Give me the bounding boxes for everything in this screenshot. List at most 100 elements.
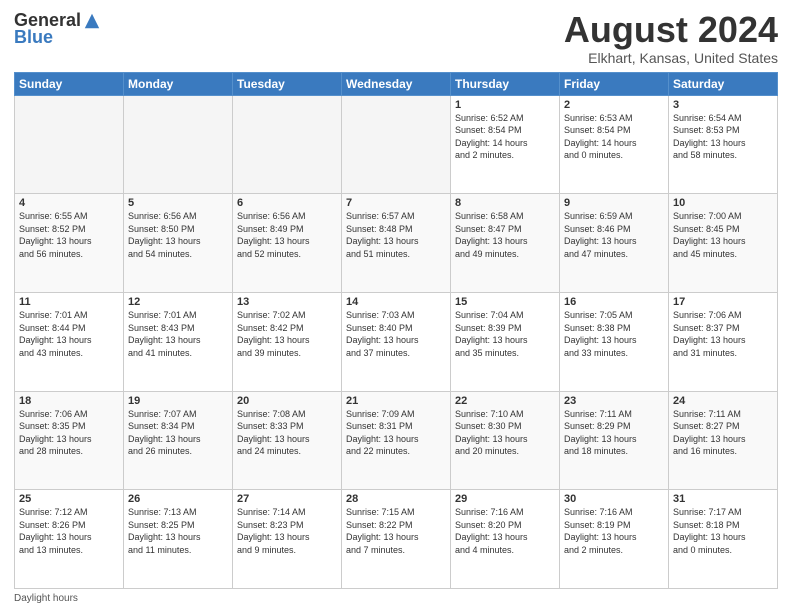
day-cell: 30Sunrise: 7:16 AM Sunset: 8:19 PM Dayli… — [560, 490, 669, 589]
day-info: Sunrise: 7:10 AM Sunset: 8:30 PM Dayligh… — [455, 408, 555, 458]
col-wednesday: Wednesday — [342, 72, 451, 95]
day-number: 3 — [673, 99, 773, 111]
day-number: 27 — [237, 493, 337, 505]
day-cell: 17Sunrise: 7:06 AM Sunset: 8:37 PM Dayli… — [669, 292, 778, 391]
day-cell: 25Sunrise: 7:12 AM Sunset: 8:26 PM Dayli… — [15, 490, 124, 589]
logo: General Blue — [14, 10, 101, 48]
calendar-table: Sunday Monday Tuesday Wednesday Thursday… — [14, 72, 778, 589]
footer-text: Daylight hours — [14, 593, 78, 604]
day-number: 20 — [237, 395, 337, 407]
day-number: 22 — [455, 395, 555, 407]
day-number: 10 — [673, 197, 773, 209]
day-number: 30 — [564, 493, 664, 505]
day-cell: 2Sunrise: 6:53 AM Sunset: 8:54 PM Daylig… — [560, 95, 669, 194]
day-info: Sunrise: 7:06 AM Sunset: 8:35 PM Dayligh… — [19, 408, 119, 458]
day-number: 24 — [673, 395, 773, 407]
week-row-5: 25Sunrise: 7:12 AM Sunset: 8:26 PM Dayli… — [15, 490, 778, 589]
page: General Blue August 2024 Elkhart, Kansas… — [0, 0, 792, 612]
col-thursday: Thursday — [451, 72, 560, 95]
day-number: 11 — [19, 296, 119, 308]
col-friday: Friday — [560, 72, 669, 95]
day-cell: 18Sunrise: 7:06 AM Sunset: 8:35 PM Dayli… — [15, 391, 124, 490]
day-info: Sunrise: 7:07 AM Sunset: 8:34 PM Dayligh… — [128, 408, 228, 458]
day-info: Sunrise: 7:12 AM Sunset: 8:26 PM Dayligh… — [19, 506, 119, 556]
day-info: Sunrise: 7:06 AM Sunset: 8:37 PM Dayligh… — [673, 309, 773, 359]
logo-blue-text: Blue — [14, 27, 53, 47]
day-cell: 13Sunrise: 7:02 AM Sunset: 8:42 PM Dayli… — [233, 292, 342, 391]
day-info: Sunrise: 6:56 AM Sunset: 8:50 PM Dayligh… — [128, 210, 228, 260]
day-info: Sunrise: 7:05 AM Sunset: 8:38 PM Dayligh… — [564, 309, 664, 359]
day-info: Sunrise: 6:53 AM Sunset: 8:54 PM Dayligh… — [564, 112, 664, 162]
day-info: Sunrise: 7:16 AM Sunset: 8:19 PM Dayligh… — [564, 506, 664, 556]
col-tuesday: Tuesday — [233, 72, 342, 95]
subtitle: Elkhart, Kansas, United States — [564, 50, 778, 66]
day-cell: 15Sunrise: 7:04 AM Sunset: 8:39 PM Dayli… — [451, 292, 560, 391]
day-cell — [233, 95, 342, 194]
day-number: 17 — [673, 296, 773, 308]
day-info: Sunrise: 6:58 AM Sunset: 8:47 PM Dayligh… — [455, 210, 555, 260]
main-title: August 2024 — [564, 10, 778, 50]
day-number: 12 — [128, 296, 228, 308]
day-cell: 19Sunrise: 7:07 AM Sunset: 8:34 PM Dayli… — [124, 391, 233, 490]
day-number: 14 — [346, 296, 446, 308]
day-info: Sunrise: 7:14 AM Sunset: 8:23 PM Dayligh… — [237, 506, 337, 556]
day-cell: 29Sunrise: 7:16 AM Sunset: 8:20 PM Dayli… — [451, 490, 560, 589]
day-cell: 24Sunrise: 7:11 AM Sunset: 8:27 PM Dayli… — [669, 391, 778, 490]
day-info: Sunrise: 6:55 AM Sunset: 8:52 PM Dayligh… — [19, 210, 119, 260]
day-cell — [342, 95, 451, 194]
col-saturday: Saturday — [669, 72, 778, 95]
calendar-header-row: Sunday Monday Tuesday Wednesday Thursday… — [15, 72, 778, 95]
week-row-4: 18Sunrise: 7:06 AM Sunset: 8:35 PM Dayli… — [15, 391, 778, 490]
day-cell: 7Sunrise: 6:57 AM Sunset: 8:48 PM Daylig… — [342, 194, 451, 293]
day-info: Sunrise: 7:15 AM Sunset: 8:22 PM Dayligh… — [346, 506, 446, 556]
day-number: 25 — [19, 493, 119, 505]
day-number: 8 — [455, 197, 555, 209]
day-number: 29 — [455, 493, 555, 505]
logo-icon — [83, 12, 101, 30]
day-info: Sunrise: 6:52 AM Sunset: 8:54 PM Dayligh… — [455, 112, 555, 162]
day-info: Sunrise: 7:09 AM Sunset: 8:31 PM Dayligh… — [346, 408, 446, 458]
title-block: August 2024 Elkhart, Kansas, United Stat… — [564, 10, 778, 66]
day-info: Sunrise: 7:17 AM Sunset: 8:18 PM Dayligh… — [673, 506, 773, 556]
footer: Daylight hours — [14, 593, 778, 604]
day-info: Sunrise: 6:54 AM Sunset: 8:53 PM Dayligh… — [673, 112, 773, 162]
day-cell: 23Sunrise: 7:11 AM Sunset: 8:29 PM Dayli… — [560, 391, 669, 490]
col-monday: Monday — [124, 72, 233, 95]
week-row-1: 1Sunrise: 6:52 AM Sunset: 8:54 PM Daylig… — [15, 95, 778, 194]
day-info: Sunrise: 6:56 AM Sunset: 8:49 PM Dayligh… — [237, 210, 337, 260]
day-info: Sunrise: 7:03 AM Sunset: 8:40 PM Dayligh… — [346, 309, 446, 359]
day-cell: 21Sunrise: 7:09 AM Sunset: 8:31 PM Dayli… — [342, 391, 451, 490]
day-cell: 22Sunrise: 7:10 AM Sunset: 8:30 PM Dayli… — [451, 391, 560, 490]
day-number: 7 — [346, 197, 446, 209]
day-info: Sunrise: 6:57 AM Sunset: 8:48 PM Dayligh… — [346, 210, 446, 260]
day-cell: 11Sunrise: 7:01 AM Sunset: 8:44 PM Dayli… — [15, 292, 124, 391]
day-number: 6 — [237, 197, 337, 209]
day-number: 26 — [128, 493, 228, 505]
day-number: 21 — [346, 395, 446, 407]
day-number: 23 — [564, 395, 664, 407]
day-cell: 27Sunrise: 7:14 AM Sunset: 8:23 PM Dayli… — [233, 490, 342, 589]
day-number: 9 — [564, 197, 664, 209]
week-row-2: 4Sunrise: 6:55 AM Sunset: 8:52 PM Daylig… — [15, 194, 778, 293]
day-cell — [15, 95, 124, 194]
day-info: Sunrise: 7:08 AM Sunset: 8:33 PM Dayligh… — [237, 408, 337, 458]
day-cell: 26Sunrise: 7:13 AM Sunset: 8:25 PM Dayli… — [124, 490, 233, 589]
day-number: 15 — [455, 296, 555, 308]
day-number: 5 — [128, 197, 228, 209]
day-info: Sunrise: 7:11 AM Sunset: 8:29 PM Dayligh… — [564, 408, 664, 458]
week-row-3: 11Sunrise: 7:01 AM Sunset: 8:44 PM Dayli… — [15, 292, 778, 391]
day-cell: 5Sunrise: 6:56 AM Sunset: 8:50 PM Daylig… — [124, 194, 233, 293]
day-info: Sunrise: 7:04 AM Sunset: 8:39 PM Dayligh… — [455, 309, 555, 359]
day-cell: 1Sunrise: 6:52 AM Sunset: 8:54 PM Daylig… — [451, 95, 560, 194]
day-cell: 3Sunrise: 6:54 AM Sunset: 8:53 PM Daylig… — [669, 95, 778, 194]
day-info: Sunrise: 7:13 AM Sunset: 8:25 PM Dayligh… — [128, 506, 228, 556]
day-number: 4 — [19, 197, 119, 209]
col-sunday: Sunday — [15, 72, 124, 95]
day-number: 31 — [673, 493, 773, 505]
day-info: Sunrise: 7:01 AM Sunset: 8:44 PM Dayligh… — [19, 309, 119, 359]
day-number: 16 — [564, 296, 664, 308]
day-cell: 10Sunrise: 7:00 AM Sunset: 8:45 PM Dayli… — [669, 194, 778, 293]
day-info: Sunrise: 7:00 AM Sunset: 8:45 PM Dayligh… — [673, 210, 773, 260]
day-cell: 31Sunrise: 7:17 AM Sunset: 8:18 PM Dayli… — [669, 490, 778, 589]
day-info: Sunrise: 7:16 AM Sunset: 8:20 PM Dayligh… — [455, 506, 555, 556]
